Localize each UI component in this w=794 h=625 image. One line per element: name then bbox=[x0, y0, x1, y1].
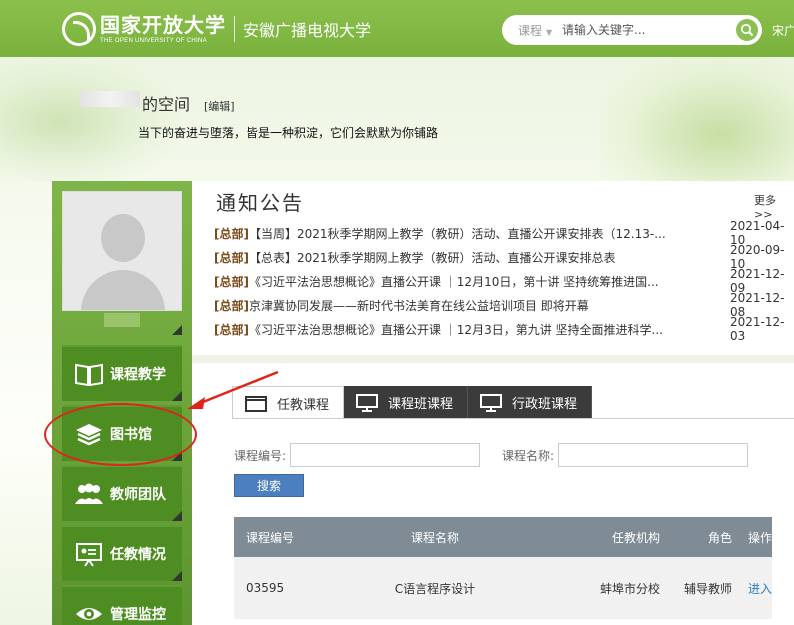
notice-text[interactable]: 京津冀协同发展——新时代书法美育在线公益培训项目 即将开幕 bbox=[249, 297, 730, 314]
monitor-icon bbox=[356, 393, 380, 412]
notice-text[interactable]: 《习近平法治思想概论》直播公开课 ｜12月3日，第九讲 坚持全面推进科学... bbox=[249, 321, 730, 338]
course-code-label: 课程编号: bbox=[234, 448, 287, 463]
corner-decoration bbox=[172, 391, 182, 401]
column-header: 课程编号 bbox=[246, 530, 295, 545]
table-header: 课程编号 课程名称 任教机构 角色 操作 bbox=[234, 517, 772, 557]
avatar[interactable] bbox=[62, 191, 182, 311]
notice-text[interactable]: 【当周】2021秋季学期网上教学（教研）活动、直播公开课安排表（12.13-..… bbox=[249, 225, 730, 242]
sidebar-item-teaching-status[interactable]: 任教情况 bbox=[62, 525, 182, 581]
main-panel: 通知公告 更多>> [总部] 【当周】2021秋季学期网上教学（教研）活动、直播… bbox=[192, 181, 794, 625]
search-submit-button[interactable]: 搜索 bbox=[234, 474, 304, 497]
notice-title: 通知公告 bbox=[216, 191, 304, 215]
tab-label: 任教课程 bbox=[277, 397, 330, 413]
tab-underline bbox=[232, 418, 794, 419]
column-header: 任教机构 bbox=[611, 530, 660, 545]
notice-source: [总部] bbox=[214, 226, 249, 241]
corner-decoration bbox=[172, 325, 182, 335]
course-code-cell: 03595 bbox=[246, 581, 285, 595]
course-table: 课程编号 课程名称 任教机构 角色 操作 03595 C语言程序设计 蚌埠市分校… bbox=[234, 517, 772, 619]
search-input[interactable] bbox=[562, 23, 722, 37]
column-header: 角色 bbox=[707, 530, 732, 545]
search-icon bbox=[740, 23, 754, 37]
course-name-cell: C语言程序设计 bbox=[394, 581, 476, 596]
section-divider bbox=[192, 355, 794, 363]
presentation-icon bbox=[74, 540, 104, 568]
university-logo[interactable]: 国家开放大学 THE OPEN UNIVERSITY OF CHINA 安徽广播… bbox=[62, 10, 371, 48]
notice-item[interactable]: [总部] 【当周】2021秋季学期网上教学（教研）活动、直播公开课安排表（12.… bbox=[214, 219, 794, 247]
notice-source: [总部] bbox=[214, 274, 249, 289]
logo-divider bbox=[234, 16, 235, 42]
logo-mark-icon bbox=[62, 12, 96, 46]
notice-list: [总部] 【当周】2021秋季学期网上教学（教研）活动、直播公开课安排表（12.… bbox=[214, 219, 794, 343]
role-cell: 辅导教师 bbox=[683, 581, 732, 596]
sidebar-item-course-teaching[interactable]: 课程教学 bbox=[62, 345, 182, 401]
sidebar-item-label: 任教情况 bbox=[110, 547, 166, 563]
notice-item[interactable]: [总部] 京津冀协同发展——新时代书法美育在线公益培训项目 即将开幕 2021-… bbox=[214, 291, 794, 319]
highlight-ellipse bbox=[44, 403, 197, 466]
sidebar-item-label: 课程教学 bbox=[110, 367, 166, 383]
notice-source: [总部] bbox=[214, 322, 249, 337]
tab-admin-class-courses[interactable]: 行政班课程 bbox=[468, 386, 593, 419]
column-header: 课程名称 bbox=[410, 530, 459, 545]
course-name-field: 课程名称: bbox=[502, 443, 749, 467]
top-bar: 国家开放大学 THE OPEN UNIVERSITY OF CHINA 安徽广播… bbox=[0, 0, 794, 57]
course-code-field: 课程编号: bbox=[234, 443, 481, 467]
table-row: 03595 C语言程序设计 蚌埠市分校 辅导教师 进入 bbox=[234, 557, 772, 619]
tab-teaching-courses[interactable]: 任教课程 bbox=[232, 386, 345, 419]
course-name-input[interactable] bbox=[558, 443, 749, 467]
tab-label: 行政班课程 bbox=[512, 397, 578, 412]
folder-icon bbox=[245, 394, 269, 412]
column-header: 操作 bbox=[747, 530, 772, 545]
sidebar-item-label: 管理监控 bbox=[110, 607, 166, 623]
search-button[interactable] bbox=[736, 19, 758, 41]
course-tabs: 任教课程 课程班课程 行政班课程 bbox=[232, 386, 593, 419]
sidebar-item-teacher-team[interactable]: 教师团队 bbox=[62, 465, 182, 521]
notice-text[interactable]: 【总表】2021秋季学期网上教学（教研）活动、直播公开课安排总表 bbox=[249, 249, 730, 266]
corner-decoration bbox=[172, 571, 182, 581]
banner-decoration-left bbox=[0, 57, 180, 182]
eye-icon bbox=[74, 600, 104, 625]
logo-title: 国家开放大学 bbox=[100, 12, 226, 37]
edit-link[interactable]: [编辑] bbox=[204, 98, 235, 114]
search-category-select[interactable]: 课程 ▼ bbox=[502, 22, 562, 39]
course-code-input[interactable] bbox=[290, 443, 481, 467]
book-icon bbox=[74, 360, 104, 388]
blurred-username bbox=[80, 91, 140, 107]
search-bar: 课程 ▼ bbox=[502, 15, 762, 45]
monitor-icon bbox=[480, 393, 504, 412]
notice-source: [总部] bbox=[214, 298, 249, 313]
avatar-head-shape bbox=[101, 214, 145, 262]
notice-item[interactable]: [总部] 《习近平法治思想概论》直播公开课 ｜12月3日，第九讲 坚持全面推进科… bbox=[214, 315, 794, 343]
notice-item[interactable]: [总部] 《习近平法治思想概论》直播公开课 ｜12月10日，第十讲 坚持统筹推进… bbox=[214, 267, 794, 295]
notice-item[interactable]: [总部] 【总表】2021秋季学期网上教学（教研）活动、直播公开课安排总表 20… bbox=[214, 243, 794, 271]
org-cell: 蚌埠市分校 bbox=[599, 581, 660, 596]
notice-date: 2021-12-03 bbox=[730, 315, 785, 343]
team-icon bbox=[74, 480, 104, 508]
school-name: 安徽广播电视大学 bbox=[243, 21, 372, 40]
sidebar-item-management-monitoring[interactable]: 管理监控 bbox=[62, 585, 182, 625]
personal-space-banner: 的空间 [编辑] 当下的奋进与堕落，皆是一种积淀，它们会默默为你铺路 bbox=[0, 57, 794, 182]
notice-text[interactable]: 《习近平法治思想概论》直播公开课 ｜12月10日，第十讲 坚持统筹推进国... bbox=[249, 273, 730, 290]
logo-subtitle: THE OPEN UNIVERSITY OF CHINA bbox=[100, 37, 207, 44]
tab-label: 课程班课程 bbox=[388, 397, 454, 412]
avatar-body-shape bbox=[81, 270, 165, 310]
chevron-down-icon: ▼ bbox=[546, 27, 553, 37]
banner-decoration-right bbox=[600, 57, 794, 182]
sidebar-item-label: 教师团队 bbox=[110, 487, 166, 503]
tab-class-courses[interactable]: 课程班课程 bbox=[344, 386, 469, 419]
course-name-label: 课程名称: bbox=[502, 448, 555, 463]
user-name[interactable]: 宋广 bbox=[772, 22, 794, 39]
space-title: 的空间 bbox=[142, 95, 191, 114]
notice-more-link[interactable]: 更多>> bbox=[754, 192, 794, 221]
search-category-label: 课程 bbox=[518, 23, 543, 38]
notice-source: [总部] bbox=[214, 250, 249, 265]
blurred-name bbox=[104, 313, 140, 327]
enter-link[interactable]: 进入 bbox=[732, 580, 772, 597]
motto-text: 当下的奋进与堕落，皆是一种积淀，它们会默默为你铺路 bbox=[138, 126, 439, 140]
corner-decoration bbox=[172, 511, 182, 521]
